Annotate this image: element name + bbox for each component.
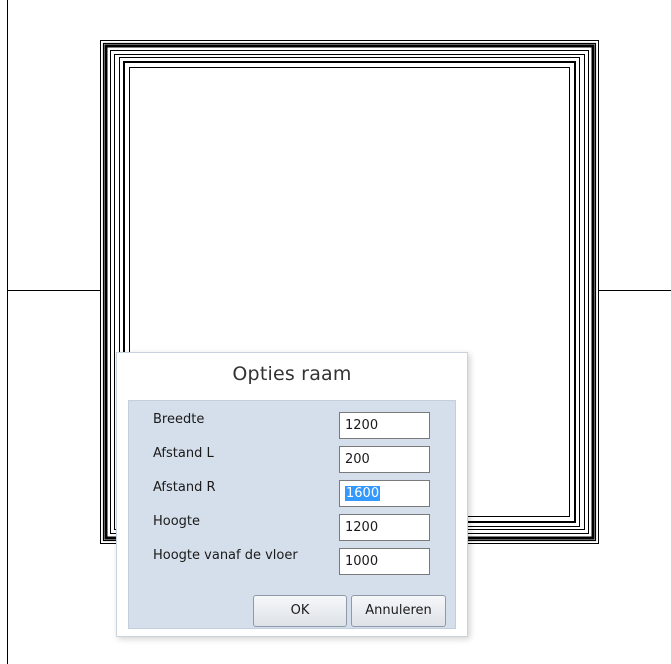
hoogte-vanaf-vloer-input[interactable]: 1000 [339, 548, 430, 575]
hoogte-label: Hoogte [153, 514, 201, 529]
afstand-l-label: Afstand L [153, 446, 214, 461]
dialog-title: Opties raam [232, 363, 352, 385]
hoogte-vanaf-vloer-label: Hoogte vanaf de vloer [153, 548, 298, 563]
afstand-l-input[interactable]: 200 [339, 446, 430, 473]
fields-panel: Breedte 1200 Afstand L 200 Afstand R 160… [128, 400, 456, 629]
breedte-label: Breedte [153, 412, 205, 427]
hoogte-input[interactable]: 1200 [339, 514, 430, 541]
afstand-r-selected-text: 1600 [345, 486, 381, 501]
afstand-r-input[interactable]: 1600 [339, 480, 430, 507]
breedte-input[interactable]: 1200 [339, 412, 430, 439]
opties-raam-dialog: Opties raam Breedte 1200 Afstand L 200 A… [116, 352, 468, 637]
annuleren-button[interactable]: Annuleren [351, 595, 446, 627]
afstand-r-label: Afstand R [153, 480, 216, 495]
ok-button[interactable]: OK [253, 595, 347, 627]
